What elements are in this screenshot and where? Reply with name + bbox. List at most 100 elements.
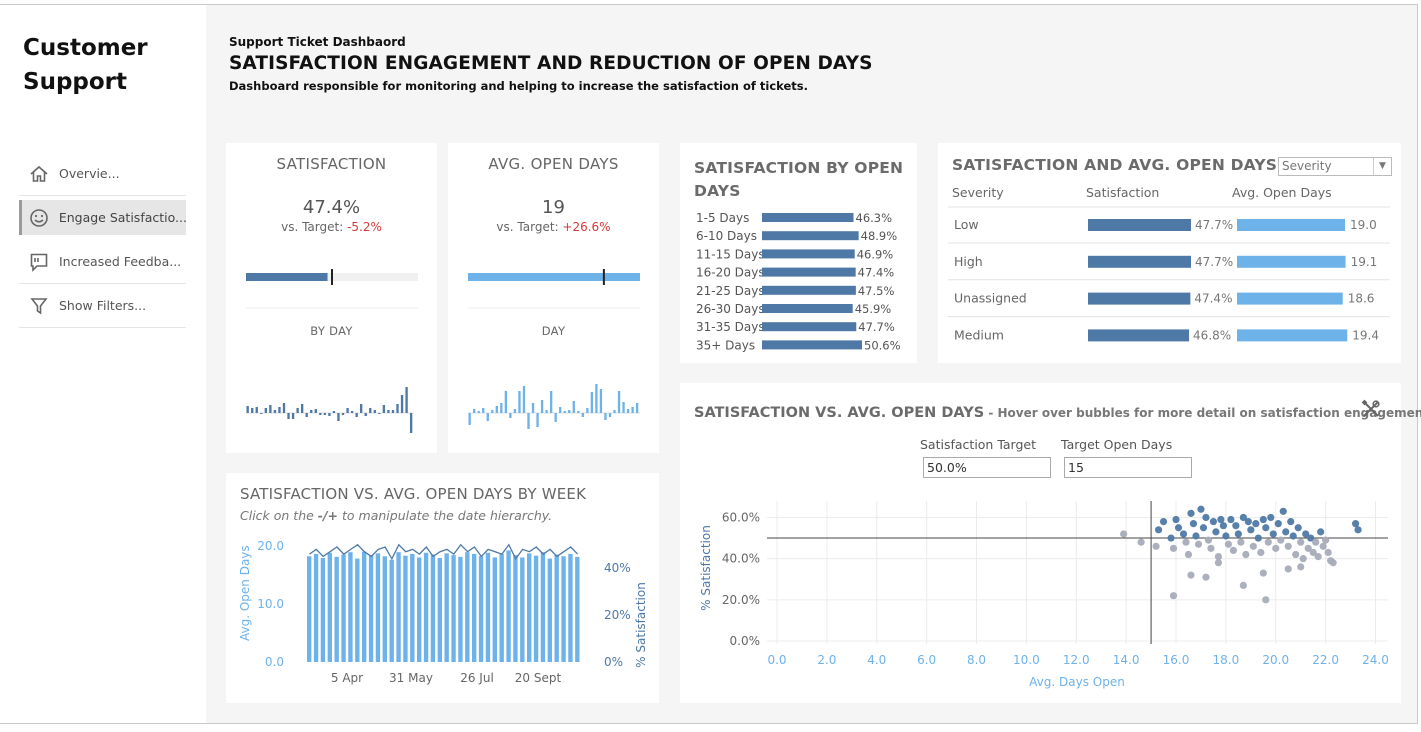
spark-bar — [527, 413, 530, 429]
scatter-point — [1154, 526, 1163, 534]
week-bar — [348, 552, 353, 662]
scatter-point — [1354, 526, 1362, 534]
spark-bar — [246, 406, 249, 413]
spark-bar — [387, 410, 390, 413]
scatter-point — [1234, 530, 1242, 538]
column-header-satisfaction: Satisfaction — [1086, 185, 1159, 200]
scatter-point — [1172, 515, 1180, 524]
x-axis-ticks: 5 Apr 31 May 26 Jul 20 Sept — [331, 671, 562, 685]
week-bar — [478, 556, 484, 662]
kpi-open-days-card[interactable]: AVG. OPEN DAYS 19 vs. Target: +26.6% DAY — [448, 143, 659, 453]
spark-bar — [559, 407, 562, 413]
sparkline-open-days[interactable] — [468, 384, 640, 429]
scatter-point — [1287, 517, 1295, 526]
row-label: 21-25 Days — [696, 284, 765, 298]
spark-bar — [360, 404, 363, 413]
spark-bar — [255, 407, 258, 413]
scatter-point — [1312, 538, 1320, 546]
spark-bar — [400, 395, 404, 413]
scatter-point — [1237, 538, 1245, 546]
data-label: 48.9% — [861, 229, 898, 243]
kpi-satisfaction-card[interactable]: SATISFACTION 47.4% vs. Target: -5.2% BY … — [226, 143, 437, 453]
spark-bar — [332, 411, 336, 413]
scatter-chart[interactable]: 60.0% 40.0% 20.0% 0.0% 0.0 2.0 4.0 6.0 8.0 10.0 1… — [680, 383, 1401, 703]
scatter-point — [1259, 515, 1267, 524]
kpi-subtitle: BY DAY — [310, 324, 353, 338]
scatter-point — [1229, 546, 1237, 555]
week-bar — [313, 553, 319, 662]
data-label: 46.9% — [857, 247, 894, 261]
severity-chart[interactable]: Severity Satisfaction Avg. Open Days Low… — [938, 143, 1401, 363]
filter-icon — [28, 295, 50, 317]
scatter-point — [1262, 524, 1270, 532]
scatter-point — [1297, 538, 1305, 546]
scatter-point — [1187, 571, 1195, 579]
scatter-point — [1292, 550, 1300, 559]
spark-bar — [491, 410, 494, 413]
scatter-point — [1174, 524, 1183, 532]
spark-bar — [635, 403, 639, 413]
week-bar — [492, 557, 497, 662]
y-tick-label: 20.0% — [722, 593, 760, 607]
week-bar — [320, 558, 326, 662]
scatter-point — [1187, 509, 1195, 517]
spark-bar — [586, 408, 589, 413]
y-tick-label: 10.0 — [257, 597, 284, 611]
x-tick-label: 20 Sept — [515, 671, 562, 685]
week-bar — [355, 558, 360, 662]
x-axis-ticks: 0.0 2.0 4.0 6.0 8.0 10.0 12.0 14.0 16.0 18.0 20.0 2… — [767, 653, 1388, 667]
x-tick-label: 14.0 — [1113, 653, 1140, 667]
sidebar-item-overview[interactable]: Overvie... — [19, 152, 186, 196]
dashboard-label: Support Ticket Dashbaord — [229, 35, 406, 49]
spark-bar — [296, 408, 299, 413]
satisfaction-bar — [1088, 292, 1191, 305]
week-bar — [334, 556, 339, 662]
scatter-point — [1224, 540, 1232, 548]
week-bar — [389, 559, 394, 662]
spark-bar — [581, 413, 584, 417]
sidebar-item-show-filters[interactable]: Show Filters... — [19, 284, 186, 328]
target-marker — [331, 269, 333, 285]
spark-bar — [608, 413, 612, 417]
weekly-chart[interactable]: Avg. Open Days % Satisfaction 20.0 10.0 0.… — [226, 473, 659, 703]
open-days-bar — [1237, 329, 1348, 342]
spark-bar — [346, 408, 349, 413]
spark-bar — [409, 413, 413, 433]
open-days-value: 19.4 — [1352, 328, 1379, 342]
week-bar — [403, 555, 408, 662]
scatter-point — [1249, 542, 1257, 550]
row-label: 16-20 Days — [696, 266, 765, 280]
week-bar — [341, 554, 346, 662]
kpi-open-days-graphics — [468, 269, 640, 429]
spark-bar — [260, 413, 263, 414]
severity-label: Unassigned — [954, 291, 1027, 306]
week-bar — [368, 555, 374, 662]
severity-label: Low — [954, 217, 979, 232]
home-icon — [28, 163, 50, 185]
scatter-point — [1264, 538, 1272, 546]
row-label: 11-15 Days — [696, 247, 765, 261]
spark-bar — [323, 413, 327, 415]
spark-bar — [540, 400, 544, 413]
scatter-point — [1207, 544, 1215, 552]
sparkline-satisfaction[interactable] — [246, 387, 414, 433]
spark-bar — [314, 409, 317, 413]
sidebar-item-increased-feedback[interactable]: Increased Feedba... — [19, 240, 186, 284]
page-title: SATISFACTION ENGAGEMENT AND REDUCTION OF… — [229, 53, 873, 74]
week-bar — [382, 556, 387, 662]
scatter-point — [1217, 515, 1225, 524]
data-label: 50.6% — [864, 338, 901, 352]
week-bar — [575, 556, 580, 662]
grid — [767, 501, 1388, 644]
sat-by-open-days-chart[interactable]: 1-5 Days 46.3% 6-10 Days 48.9% 11-15 Days 46.… — [680, 143, 917, 363]
brand-line-1: Customer — [23, 35, 148, 61]
reference-lines — [767, 501, 1388, 644]
x-tick-label: 18.0 — [1213, 653, 1240, 667]
x-tick-label: 20.0 — [1262, 653, 1289, 667]
x-tick-label: 6.0 — [917, 653, 936, 667]
main-content: Support Ticket Dashbaord SATISFACTION EN… — [206, 5, 1421, 723]
y-tick-label: 40.0% — [722, 552, 760, 566]
sidebar-item-engage-satisfaction[interactable]: Engage Satisfactio... — [19, 200, 186, 235]
spark-bar — [300, 404, 304, 413]
x-tick-label: 31 May — [389, 671, 433, 685]
